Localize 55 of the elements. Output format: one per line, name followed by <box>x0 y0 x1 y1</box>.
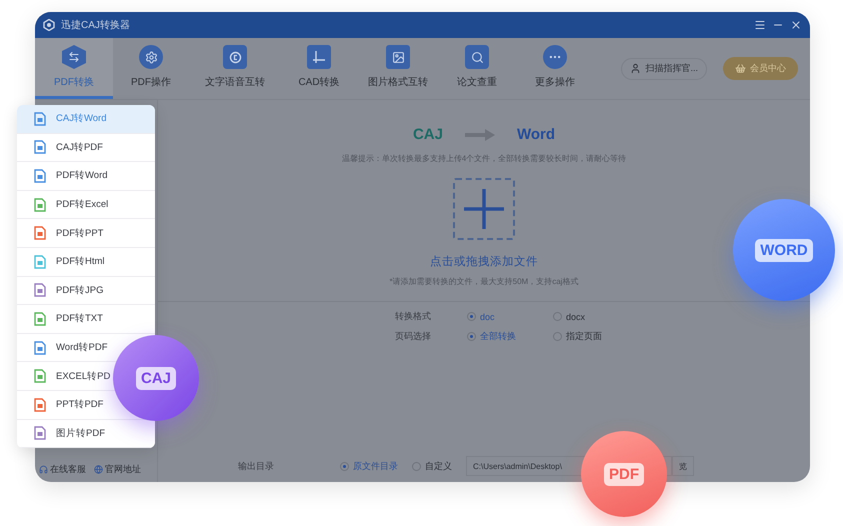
headset-icon <box>39 465 48 474</box>
toolbar-tab[interactable]: 更多操作 <box>515 38 595 99</box>
menu-item[interactable]: PDF转TXT <box>34 312 103 326</box>
logo-icon <box>43 19 55 31</box>
toolbar-tab[interactable]: PDF操作 <box>113 38 189 99</box>
source-format: CAJ <box>412 126 443 143</box>
menu-item[interactable]: PDF转Word <box>34 168 108 183</box>
badge-label: CAJ <box>136 366 176 390</box>
toolbar-tab[interactable]: PDF转换 <box>35 38 113 99</box>
image-icon <box>386 45 410 69</box>
menu-item[interactable]: EXCEL转PD <box>34 369 110 384</box>
badge-label: PDF <box>604 462 644 486</box>
radio-option[interactable]: docx <box>553 310 613 323</box>
menu-item[interactable]: 图片转PDF <box>34 426 105 440</box>
arrow-icon <box>464 128 495 142</box>
radio-option[interactable]: 指定页面 <box>553 330 613 343</box>
menu-item[interactable]: PDF转Excel <box>34 198 108 212</box>
menu-item[interactable]: PPT转PDF <box>34 398 104 412</box>
vip-button[interactable]: 会员中心 <box>723 57 798 80</box>
radio-option[interactable]: doc <box>467 310 553 323</box>
more-icon <box>543 45 567 69</box>
menu-item[interactable]: PDF转PPT <box>34 226 104 240</box>
user-icon <box>630 63 642 74</box>
badge-label: WORD <box>755 238 813 262</box>
menu-item[interactable]: Word转PDF <box>34 340 108 355</box>
window-title: 迅捷CAJ转换器 <box>61 18 131 32</box>
swap-icon <box>62 45 86 69</box>
sidebar-link[interactable]: 在线客服 <box>39 463 86 476</box>
radio-option[interactable]: 原文件目录 <box>340 460 398 472</box>
search-icon <box>465 45 489 69</box>
file-note: *请添加需要转换的文件，最大支持50M，支持caj格式 <box>390 276 578 287</box>
output-label: 输出目录 <box>238 460 274 472</box>
menu-item[interactable]: CAJ转PDF <box>34 140 103 154</box>
menu-icon[interactable] <box>754 19 766 31</box>
add-file-label: 点击或拖拽添加文件 <box>430 254 538 269</box>
axes-icon <box>307 45 331 69</box>
globe-icon <box>94 465 103 474</box>
close-icon[interactable] <box>790 19 802 31</box>
sidebar-link[interactable]: 官网地址 <box>94 463 141 476</box>
radio-option[interactable]: 自定义 <box>412 460 452 472</box>
target-format: Word <box>516 126 556 143</box>
menu-item[interactable]: PDF转Html <box>34 254 105 269</box>
radio-option[interactable]: 全部转换 <box>467 330 553 343</box>
toolbar-tab[interactable]: 论文查重 <box>439 38 515 99</box>
toolbar-tab[interactable]: 文字语音互转 <box>189 38 281 99</box>
toolbar-tab[interactable]: 图片格式互转 <box>357 38 439 99</box>
basket-icon <box>735 63 746 74</box>
menu-item[interactable]: PDF转JPG <box>34 283 104 298</box>
login-button[interactable]: 扫描指挥官... <box>621 58 707 80</box>
option-label: 页码选择 <box>395 330 432 343</box>
option-label: 转换格式 <box>395 310 432 323</box>
toolbar-tab[interactable]: CAD转换 <box>281 38 357 99</box>
browse-button[interactable]: 览 <box>672 456 694 476</box>
settings-icon <box>139 45 163 69</box>
plus-icon <box>464 189 504 229</box>
